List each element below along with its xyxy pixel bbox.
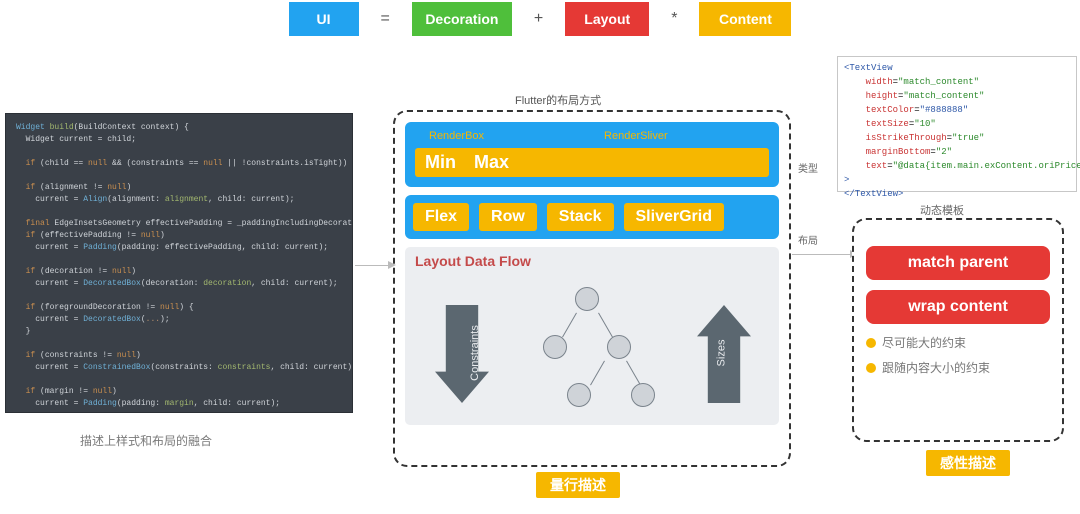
star-sign: * [671,10,677,28]
label-min: Min [425,152,456,173]
tree-node [631,383,655,407]
tree-node [607,335,631,359]
bullet-text-1: 尽可能大的约束 [882,334,966,351]
bullet-icon [866,338,876,348]
badge-decoration: Decoration [412,2,512,36]
arrow-right-icon [388,261,396,269]
label-max: Max [474,152,509,173]
tree-edge [562,313,577,338]
plus-sign-1: + [534,10,543,28]
top-formula-row: UI = Decoration + Layout * Content [0,2,1080,36]
badge-ui: UI [289,2,359,36]
constraints-label: Constraints [469,325,481,381]
badge-layout: Layout [565,2,649,36]
center-caption: 量行描述 [536,472,620,498]
pill-wrap-content: wrap content [866,290,1050,324]
side-label-types: 类型 [798,160,818,175]
center-panel-title: Flutter的布局方式 [515,92,601,108]
tree-edge [626,361,641,386]
cat-row: Row [479,203,537,231]
minmax-bar: Min Max [415,148,769,177]
center-panel: RenderBox RenderSliver Min Max Flex Row … [393,110,791,467]
equals-sign: = [381,10,390,28]
flutter-code-snippet: Widget build(BuildContext context) { Wid… [5,113,353,413]
sizes-label: Sizes [716,340,728,367]
connector-line [792,254,854,255]
diagram-title: Layout Data Flow [415,253,531,269]
tree-edge [590,361,605,386]
tree-node [567,383,591,407]
bullet-icon [866,363,876,373]
label-rendersliver: RenderSliver [604,130,668,142]
bullet-row-2: 跟随内容大小的约束 [866,359,1050,376]
side-label-layout: 布局 [798,232,818,247]
label-renderbox: RenderBox [429,130,484,142]
tree-node [543,335,567,359]
bullet-text-2: 跟随内容大小的约束 [882,359,990,376]
right-panel: match parent wrap content 尽可能大的约束 跟随内容大小… [852,218,1064,442]
cat-flex: Flex [413,203,469,231]
layout-flow-diagram: Layout Data Flow Constraints Sizes [405,247,779,425]
code-caption: 描述上样式和布局的融合 [80,432,212,449]
bullet-row-1: 尽可能大的约束 [866,334,1050,351]
layout-categories-row: Flex Row Stack SliverGrid [405,195,779,239]
cat-slivergrid: SliverGrid [624,203,724,231]
tree-node [575,287,599,311]
tree-edge [598,313,613,338]
right-panel-title: 动态模板 [920,202,964,218]
right-caption: 感性描述 [926,450,1010,476]
constraints-down-arrow-icon [435,305,489,403]
cat-stack: Stack [547,203,614,231]
badge-content: Content [699,2,791,36]
render-types-box: RenderBox RenderSliver Min Max [405,122,779,187]
pill-match-parent: match parent [866,246,1050,280]
xml-template-snippet: <TextView width="match_content" height="… [837,56,1077,192]
